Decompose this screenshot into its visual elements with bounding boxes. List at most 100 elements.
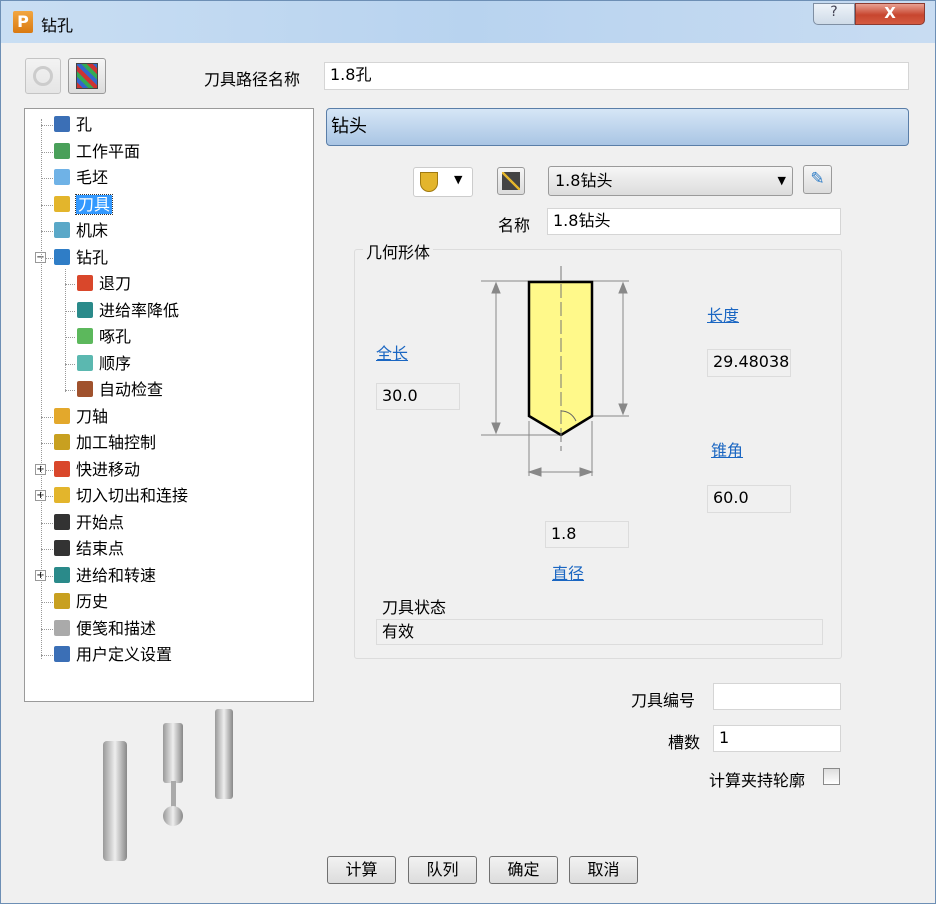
tree-connector — [65, 390, 75, 391]
tree-item-icon — [77, 275, 93, 291]
window-title: 钻孔 — [41, 16, 74, 35]
holder-profile-label: 计算夹持轮廓 — [709, 771, 806, 790]
tree-connector — [41, 443, 53, 444]
toolpath-tree[interactable]: 孔工作平面 毛坯 刀具 机床 钻孔 − 退刀 进给率降低 啄孔 顺序 自动检查 刀轴 加工轴控制 快进移动… — [24, 108, 314, 702]
tree-item[interactable]: 快进移动 — [54, 459, 140, 481]
tree-item[interactable]: 工作平面 — [54, 141, 140, 163]
tree-item-label: 切入切出和连接 — [76, 486, 189, 505]
overall-length-link[interactable]: 全长 — [376, 340, 408, 364]
tree-item-label: 机床 — [76, 221, 109, 240]
tool-type-dropdown[interactable]: ▼ — [413, 167, 473, 197]
app-logo-icon: P — [13, 11, 33, 33]
tree-connector — [41, 416, 53, 418]
tree-item-label: 用户定义设置 — [76, 645, 173, 664]
tree-item[interactable]: 机床 — [54, 220, 108, 242]
taper-angle-input[interactable]: 60.0 — [707, 485, 791, 513]
help-button[interactable]: ? — [813, 3, 855, 25]
tool-selector-button[interactable] — [497, 167, 525, 195]
tree-connector — [41, 549, 53, 550]
tree-item[interactable]: 开始点 — [54, 512, 124, 534]
tree-connector — [41, 522, 53, 524]
tree-connector — [65, 284, 75, 285]
tree-connector — [65, 310, 75, 312]
tool-number-input[interactable] — [713, 683, 841, 710]
tool-select-value: 1.8钻头 — [555, 171, 613, 190]
tree-item-label: 快进移动 — [76, 459, 141, 479]
tree-item[interactable]: 用户定义设置 — [54, 644, 172, 666]
tree-item-icon — [54, 142, 70, 159]
diameter-input[interactable]: 1.8 — [545, 521, 629, 548]
holder-profile-checkbox[interactable] — [823, 768, 840, 785]
tree-connector — [65, 337, 75, 338]
length-link[interactable]: 长度 — [707, 302, 739, 326]
length-input[interactable]: 29.48038 — [707, 349, 791, 377]
taper-angle-link[interactable]: 锥角 — [711, 437, 743, 461]
tree-item[interactable]: 顺序 — [77, 353, 131, 375]
tree-item[interactable]: 孔 — [54, 114, 92, 136]
tool-images-icon — [103, 709, 233, 861]
cancel-button[interactable]: 取消 — [569, 856, 638, 884]
drill-diagram — [481, 266, 629, 477]
toolpath-image-icon — [76, 63, 98, 89]
tree-item[interactable]: 切入切出和连接 — [54, 485, 188, 507]
recycle-icon — [33, 66, 53, 86]
toolpath-name-input[interactable]: 1.8孔 — [324, 62, 909, 90]
tree-item[interactable]: 进给和转速 — [54, 565, 156, 587]
tree-item-icon — [54, 248, 70, 265]
tree-item-icon — [54, 619, 70, 636]
calculate-button[interactable]: 计算 — [327, 856, 396, 884]
tree-item-icon — [54, 646, 70, 662]
tool-selector-icon — [502, 172, 520, 190]
tree-item[interactable]: 自动检查 — [77, 379, 163, 401]
tree-connector — [41, 628, 53, 630]
edit-tool-button[interactable]: ✎ — [803, 165, 832, 194]
tree-connector — [41, 125, 53, 126]
tree-item[interactable]: 啄孔 — [77, 326, 131, 348]
flutes-input[interactable]: 1 — [713, 725, 841, 752]
tool-name-input[interactable]: 1.8钻头 — [547, 208, 841, 235]
tree-item-label: 毛坯 — [76, 168, 109, 187]
diameter-link[interactable]: 直径 — [552, 560, 584, 584]
name-label: 名称 — [498, 216, 531, 235]
tree-item-label: 孔 — [76, 115, 93, 134]
tree-item-icon — [54, 434, 70, 450]
tree-connector — [41, 119, 42, 659]
tree-item-icon — [54, 116, 70, 132]
tree-connector — [65, 269, 66, 392]
tree-item[interactable]: 加工轴控制 — [54, 432, 156, 454]
tree-connector — [65, 363, 75, 365]
tree-item[interactable]: 刀具 — [54, 193, 114, 216]
tree-item-label: 加工轴控制 — [76, 433, 157, 452]
tree-item[interactable]: 历史 — [54, 591, 108, 613]
tree-item[interactable]: 钻孔 — [54, 247, 108, 269]
tree-connector — [41, 655, 53, 656]
tree-item-icon — [77, 354, 93, 371]
tree-item-icon — [54, 593, 70, 609]
tree-item[interactable]: 刀轴 — [54, 406, 108, 428]
title-bar: P 钻孔 ? X — [1, 1, 935, 43]
pencil-icon: ✎ — [810, 169, 825, 189]
tree-item-label: 进给率降低 — [99, 300, 180, 320]
close-button[interactable]: X — [855, 3, 925, 25]
tree-item[interactable]: 结束点 — [54, 538, 124, 560]
tool-select[interactable]: 1.8钻头 ▼ — [548, 166, 793, 196]
tree-item-label: 钻孔 — [76, 247, 109, 267]
recycle-icon-button[interactable] — [25, 58, 61, 94]
tool-state-field: 有效 — [376, 619, 823, 645]
tree-item-label: 开始点 — [76, 512, 125, 532]
ok-button[interactable]: 确定 — [489, 856, 558, 884]
tree-connector — [41, 151, 53, 153]
tree-item[interactable]: 毛坯 — [54, 167, 108, 189]
queue-button[interactable]: 队列 — [408, 856, 477, 884]
tree-item-icon — [54, 169, 70, 185]
tree-item-label: 退刀 — [99, 274, 132, 293]
tree-item-icon — [54, 566, 70, 583]
drill-tool-icon — [420, 172, 438, 192]
chevron-down-icon: ▼ — [454, 173, 463, 186]
image-toggle-button[interactable] — [68, 58, 106, 94]
tree-item[interactable]: 退刀 — [77, 273, 131, 295]
tree-item[interactable]: 进给率降低 — [77, 300, 179, 322]
tree-item-icon — [54, 540, 70, 556]
tree-item[interactable]: 便笺和描述 — [54, 618, 156, 640]
overall-length-input[interactable]: 30.0 — [376, 383, 460, 410]
